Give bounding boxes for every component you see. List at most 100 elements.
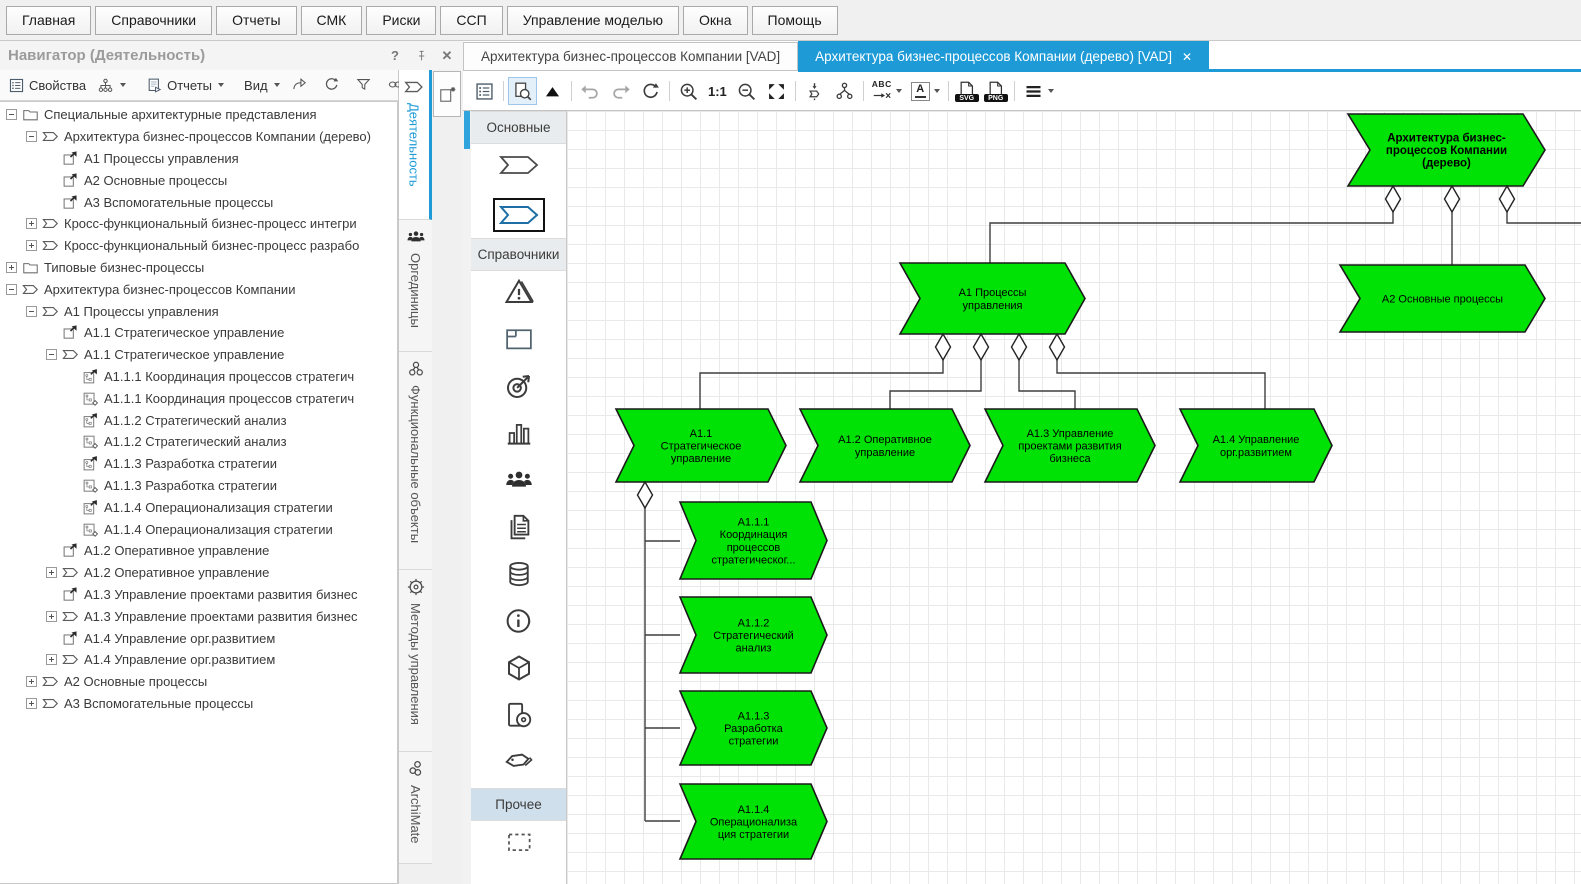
- fit-screen-button[interactable]: [762, 77, 791, 105]
- font-color-button[interactable]: A: [907, 77, 944, 105]
- menu-item-окна[interactable]: Окна: [683, 6, 748, 35]
- palette-item-vad-blue[interactable]: [471, 191, 566, 238]
- category-tab-функциональные-объекты[interactable]: Функциональные объекты: [399, 352, 432, 570]
- palette-item-dashed-rect[interactable]: [471, 821, 566, 868]
- filter-button[interactable]: [351, 74, 377, 96]
- category-tab-деятельность[interactable]: Деятельность: [399, 70, 432, 220]
- compress-button[interactable]: [800, 77, 829, 105]
- palette-item-cube-3d[interactable]: [471, 647, 566, 694]
- document-tab-active[interactable]: Архитектура бизнес-процессов Компании (д…: [798, 41, 1209, 72]
- vad-shape-root[interactable]: Архитектура бизнес-процессов Компании(де…: [1348, 114, 1545, 186]
- tree-item[interactable]: A1.1.1 Координация процессов стратегич: [0, 366, 397, 388]
- tree-item[interactable]: Кросс-функциональный бизнес-процесс разр…: [0, 235, 397, 257]
- properties-button[interactable]: [470, 77, 499, 105]
- palette-item-vad-outline[interactable]: [471, 144, 566, 191]
- abc-button[interactable]: ABC: [868, 77, 906, 105]
- vad-shape-a1-1-2[interactable]: A1.1.2Стратегическийанализ: [680, 597, 827, 673]
- menu-item-смк[interactable]: СМК: [301, 6, 363, 35]
- palette-section-справочники[interactable]: Справочники: [471, 238, 566, 271]
- vad-shape-a1-3[interactable]: A1.3 Управлениепроектами развитиябизнеса: [985, 409, 1155, 482]
- tree-item[interactable]: A1.1.4 Операционализация стратегии: [0, 518, 397, 540]
- share-button[interactable]: [287, 74, 313, 96]
- tree-item[interactable]: A3 Вспомогательные процессы: [0, 693, 397, 715]
- palette-item-software-disc[interactable]: [471, 694, 566, 741]
- tree-item[interactable]: A1.1 Стратегическое управление: [0, 344, 397, 366]
- zoom-out-button[interactable]: [732, 77, 761, 105]
- category-tab-методы-управления[interactable]: Методы управления: [399, 570, 432, 752]
- tree-item[interactable]: A1.1.4 Операционализация стратегии: [0, 496, 397, 518]
- pin-icon[interactable]: [413, 48, 429, 64]
- tree-item[interactable]: A1 Процессы управления: [0, 148, 397, 170]
- palette-item-tag[interactable]: [471, 741, 566, 788]
- category-tab-archimate[interactable]: ArchiMate: [399, 752, 432, 864]
- tree-item[interactable]: A1.1.3 Разработка стратегии: [0, 475, 397, 497]
- menu-item-справочники[interactable]: Справочники: [95, 6, 212, 35]
- tree-item[interactable]: A1.3 Управление проектами развития бизне…: [0, 584, 397, 606]
- expand-toggle[interactable]: [26, 218, 37, 229]
- export-page-button[interactable]: PNG: [982, 77, 1010, 105]
- menu-item-риски[interactable]: Риски: [366, 6, 436, 35]
- tree-item[interactable]: A1.3 Управление проектами развития бизне…: [0, 605, 397, 627]
- expand-toggle[interactable]: [26, 698, 37, 709]
- new-diagram-button[interactable]: [433, 71, 461, 117]
- expand-toggle[interactable]: [46, 611, 57, 622]
- tree-item[interactable]: A1.1 Стратегическое управление: [0, 322, 397, 344]
- diagram-canvas[interactable]: Архитектура бизнес-процессов Компании(де…: [567, 111, 1581, 884]
- expand-toggle[interactable]: [46, 654, 57, 665]
- aggregation-diamond[interactable]: [1012, 334, 1027, 360]
- palette-item-people-group[interactable]: [471, 459, 566, 506]
- tree-item[interactable]: Специальные архитектурные представления: [0, 104, 397, 126]
- expand-toggle[interactable]: [46, 567, 57, 578]
- vad-shape-a1-1-4[interactable]: A1.1.4Операционализация стратегии: [680, 784, 827, 859]
- tree-item[interactable]: Типовые бизнес-процессы: [0, 257, 397, 279]
- vad-shape-a1-4[interactable]: A1.4 Управлениеорг.развитием: [1180, 409, 1332, 482]
- zoom-actual-button[interactable]: 1:1: [704, 77, 731, 105]
- triangle-up-button[interactable]: [538, 77, 567, 105]
- tree-item[interactable]: A3 Вспомогательные процессы: [0, 191, 397, 213]
- menu-item-управление-моделью[interactable]: Управление моделью: [507, 6, 679, 35]
- tree-item[interactable]: A1.4 Управление орг.развитием: [0, 627, 397, 649]
- aggregation-diamond[interactable]: [974, 334, 989, 360]
- scrollbar-thumb[interactable]: [464, 111, 470, 149]
- properties-button[interactable]: Свойства: [4, 75, 90, 96]
- connector-line[interactable]: [890, 360, 981, 409]
- menu-item-отчеты[interactable]: Отчеты: [216, 6, 296, 35]
- close-icon[interactable]: ✕: [1182, 50, 1192, 64]
- palette-section-основные[interactable]: Основные: [471, 111, 566, 144]
- expand-toggle[interactable]: [26, 240, 37, 251]
- tree-item[interactable]: A1.2 Оперативное управление: [0, 562, 397, 584]
- redo-button[interactable]: [606, 77, 635, 105]
- undo-button[interactable]: [576, 77, 605, 105]
- category-tab-оргединицы[interactable]: Оргединицы: [399, 220, 432, 352]
- aggregation-diamond[interactable]: [1445, 186, 1460, 212]
- connector-line[interactable]: [700, 360, 943, 409]
- tree-item[interactable]: A1.1.1 Координация процессов стратегич: [0, 387, 397, 409]
- tree-item[interactable]: Архитектура бизнес-процессов Компании (д…: [0, 126, 397, 148]
- view-button[interactable]: Вид: [240, 76, 284, 95]
- vad-shape-a2[interactable]: A2 Основные процессы: [1340, 265, 1545, 332]
- aggregation-diamond[interactable]: [1500, 186, 1515, 212]
- palette-item-info-circle[interactable]: [471, 600, 566, 647]
- connector-line[interactable]: [1507, 212, 1581, 223]
- tree-item[interactable]: A1.1.2 Стратегический анализ: [0, 409, 397, 431]
- reports-button[interactable]: Отчеты: [142, 75, 228, 96]
- collapse-toggle[interactable]: [6, 284, 17, 295]
- vad-shape-a1-1-3[interactable]: A1.1.3Разработкастратегии: [680, 691, 827, 765]
- tree-item[interactable]: A1.1.3 Разработка стратегии: [0, 453, 397, 475]
- palette-section-прочее[interactable]: Прочее: [471, 788, 566, 821]
- zoom-in-button[interactable]: [674, 77, 703, 105]
- collapse-toggle[interactable]: [26, 131, 37, 142]
- tree-item[interactable]: A2 Основные процессы: [0, 671, 397, 693]
- zoom-page-button[interactable]: [508, 77, 537, 105]
- tree-item[interactable]: Кросс-функциональный бизнес-процесс инте…: [0, 213, 397, 235]
- tree-item[interactable]: A1.1.2 Стратегический анализ: [0, 431, 397, 453]
- tree-item[interactable]: A2 Основные процессы: [0, 169, 397, 191]
- aggregation-diamond[interactable]: [1050, 334, 1065, 360]
- collapse-toggle[interactable]: [6, 109, 17, 120]
- menu-item-главная[interactable]: Главная: [6, 6, 91, 35]
- palette-item-target-arrow[interactable]: [471, 365, 566, 412]
- tree-item[interactable]: A1 Процессы управления: [0, 300, 397, 322]
- expand-toggle[interactable]: [26, 676, 37, 687]
- vad-shape-a1-1[interactable]: A1.1Стратегическоеуправление: [616, 409, 786, 482]
- tree-item[interactable]: Архитектура бизнес-процессов Компании: [0, 278, 397, 300]
